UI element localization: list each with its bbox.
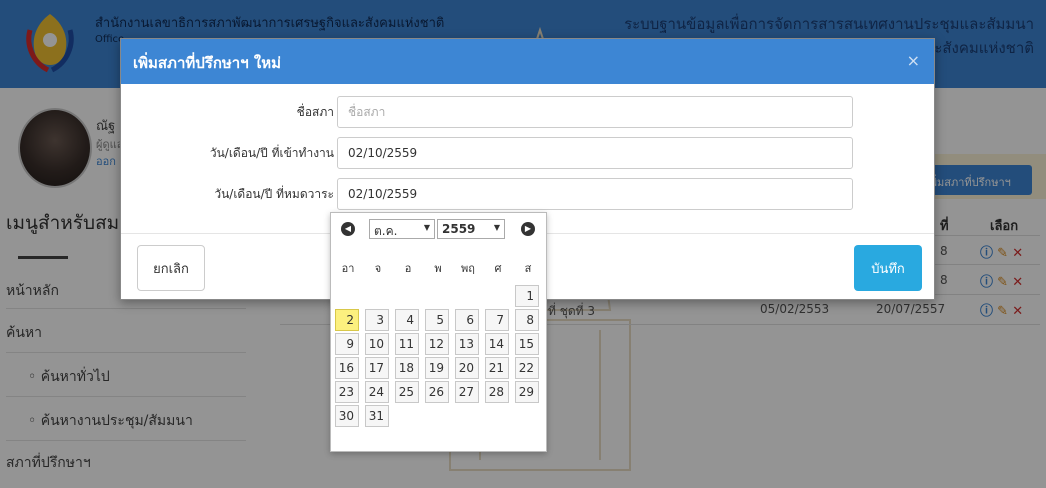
day-cell[interactable]: 29 — [515, 381, 539, 403]
datepicker: ◀ ต.ค. ▼ 2559 ▼ ▶ อา จ อ พ พฤ ศ ส 12345678… — [330, 212, 547, 452]
weekday-header: จ — [374, 262, 382, 275]
day-cell[interactable]: 11 — [395, 333, 419, 355]
dropdown-arrow-icon: ▼ — [493, 223, 500, 232]
day-cell[interactable]: 6 — [455, 309, 479, 331]
end-date-label: วัน/เดือน/ปี ที่หมดวาระ — [214, 187, 334, 201]
day-cell[interactable]: 30 — [335, 405, 359, 427]
weekday-header: พ — [434, 262, 442, 275]
day-cell[interactable]: 28 — [485, 381, 509, 403]
day-cell[interactable]: 19 — [425, 357, 449, 379]
day-cell[interactable]: 3 — [365, 309, 389, 331]
day-cell[interactable]: 14 — [485, 333, 509, 355]
weekday-header: อา — [341, 262, 355, 275]
day-cell[interactable]: 13 — [455, 333, 479, 355]
council-name-label: ชื่อสภา — [296, 105, 334, 119]
day-cell[interactable]: 5 — [425, 309, 449, 331]
day-cell[interactable]: 23 — [335, 381, 359, 403]
day-cell[interactable]: 16 — [335, 357, 359, 379]
day-cell[interactable]: 24 — [365, 381, 389, 403]
prev-month-icon[interactable]: ◀ — [341, 222, 355, 236]
dialog-title: เพิ่มสภาที่ปรึกษาฯ ใหม่ — [133, 54, 281, 72]
day-cell[interactable]: 7 — [485, 309, 509, 331]
weekday-header: ส — [524, 262, 532, 275]
day-cell[interactable]: 15 — [515, 333, 539, 355]
day-cell[interactable]: 20 — [455, 357, 479, 379]
cancel-button[interactable]: ยกเลิก — [137, 245, 205, 291]
dialog-header: เพิ่มสภาที่ปรึกษาฯ ใหม่ × — [121, 39, 934, 84]
month-select[interactable]: ต.ค. ▼ — [369, 219, 435, 239]
day-cell[interactable]: 10 — [365, 333, 389, 355]
day-cell[interactable]: 21 — [485, 357, 509, 379]
dropdown-arrow-icon: ▼ — [423, 223, 430, 232]
day-cell[interactable]: 26 — [425, 381, 449, 403]
day-cell[interactable]: 9 — [335, 333, 359, 355]
council-name-input[interactable] — [337, 96, 853, 128]
day-cell[interactable]: 27 — [455, 381, 479, 403]
day-cell[interactable]: 1 — [515, 285, 539, 307]
weekday-header: พฤ — [461, 262, 475, 275]
start-date-label: วัน/เดือน/ปี ที่เข้าทำงาน — [209, 146, 334, 160]
close-icon[interactable]: × — [907, 51, 920, 70]
start-date-input[interactable] — [337, 137, 853, 169]
year-select[interactable]: 2559 ▼ — [437, 219, 505, 239]
day-cell[interactable]: 2 — [335, 309, 359, 331]
day-cell[interactable]: 8 — [515, 309, 539, 331]
weekday-header: อ — [404, 262, 412, 275]
day-cell[interactable]: 31 — [365, 405, 389, 427]
day-cell[interactable]: 18 — [395, 357, 419, 379]
save-button[interactable]: บันทึก — [854, 245, 922, 291]
next-month-icon[interactable]: ▶ — [521, 222, 535, 236]
day-cell[interactable]: 4 — [395, 309, 419, 331]
day-cell[interactable]: 22 — [515, 357, 539, 379]
day-cell[interactable]: 17 — [365, 357, 389, 379]
weekday-header: ศ — [494, 262, 502, 275]
day-cell[interactable]: 12 — [425, 333, 449, 355]
day-cell[interactable]: 25 — [395, 381, 419, 403]
end-date-input[interactable] — [337, 178, 853, 210]
